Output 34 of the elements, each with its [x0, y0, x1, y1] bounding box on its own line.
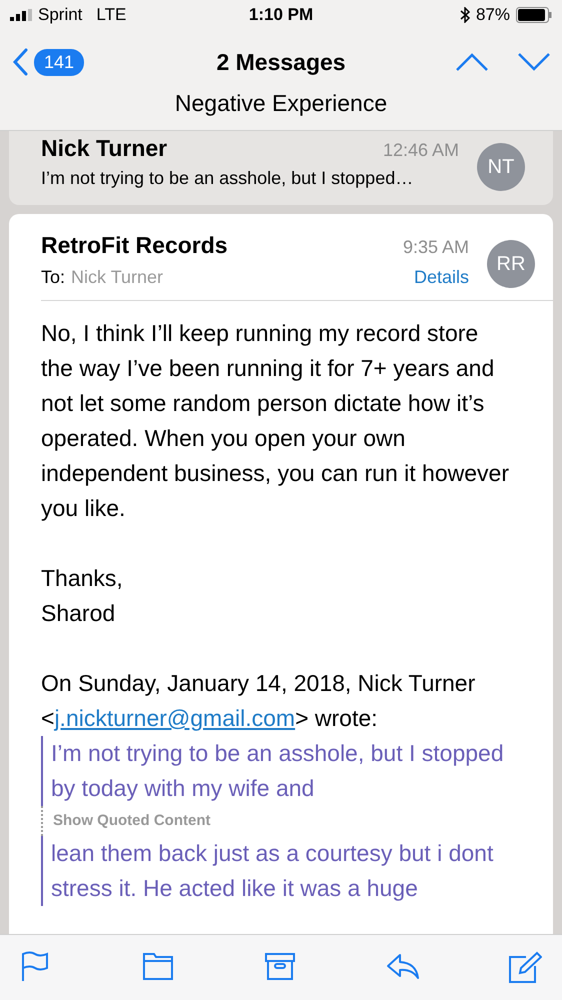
- message-time: 9:35 AM: [402, 237, 469, 258]
- sender-name: RetroFit Records: [41, 232, 229, 259]
- body-paragraph: Thanks, Sharod: [41, 564, 124, 628]
- sender-avatar: RR: [487, 240, 535, 288]
- details-link[interactable]: Details: [414, 267, 469, 288]
- to-label: To:: [41, 267, 66, 288]
- compose-icon: [508, 951, 542, 984]
- message-count-title: 2 Messages: [216, 48, 346, 76]
- signal-icon: [10, 9, 32, 21]
- carrier-label: Sprint: [38, 5, 82, 25]
- quote-attribution: On Sunday, January 14, 2018, Nick Turner <j.nickturner@gmail.com> wrote:: [41, 669, 476, 733]
- message-preview: I’m not trying to be an asshole, but I stopped…: [41, 168, 414, 189]
- message-time: 12:46 AM: [382, 140, 459, 161]
- recipient-name: Nick Turner: [71, 267, 164, 288]
- battery-icon: [516, 7, 552, 23]
- back-button[interactable]: 141: [12, 48, 216, 76]
- email-link[interactable]: j.nickturner@gmail.com: [54, 705, 296, 731]
- sender-avatar: NT: [477, 143, 525, 191]
- subject-title: Negative Experience: [174, 90, 388, 117]
- network-label: LTE: [96, 5, 126, 25]
- chevron-up-icon[interactable]: [456, 53, 488, 71]
- show-quoted-content-link[interactable]: Show Quoted Content: [41, 806, 513, 836]
- unread-count: 141: [34, 48, 84, 76]
- battery-percent: 87%: [476, 5, 510, 25]
- bluetooth-icon: [460, 7, 470, 23]
- chevron-down-icon[interactable]: [518, 53, 550, 71]
- compose-button[interactable]: [508, 951, 542, 984]
- sender-name: Nick Turner: [41, 135, 168, 162]
- quoted-text: I’m not trying to be an asshole, but I stopped by today with my wife and: [41, 736, 513, 806]
- collapsed-message-card[interactable]: Nick Turner 12:46 AM I’m not trying to be an asshole, but I stopped… NT: [9, 131, 553, 205]
- clock: 1:10 PM: [248, 5, 314, 25]
- body-paragraph: No, I think I’ll keep running my record store the way I’ve been running it for 7+ years and not let some random person dictate how it’s operated. When you open your own independent business, you can run it however you like.: [41, 319, 510, 523]
- quoted-text: lean them back just as a courtesy but i dont stress it. He acted like it was a huge: [41, 836, 513, 906]
- chevron-left-icon: [12, 48, 28, 76]
